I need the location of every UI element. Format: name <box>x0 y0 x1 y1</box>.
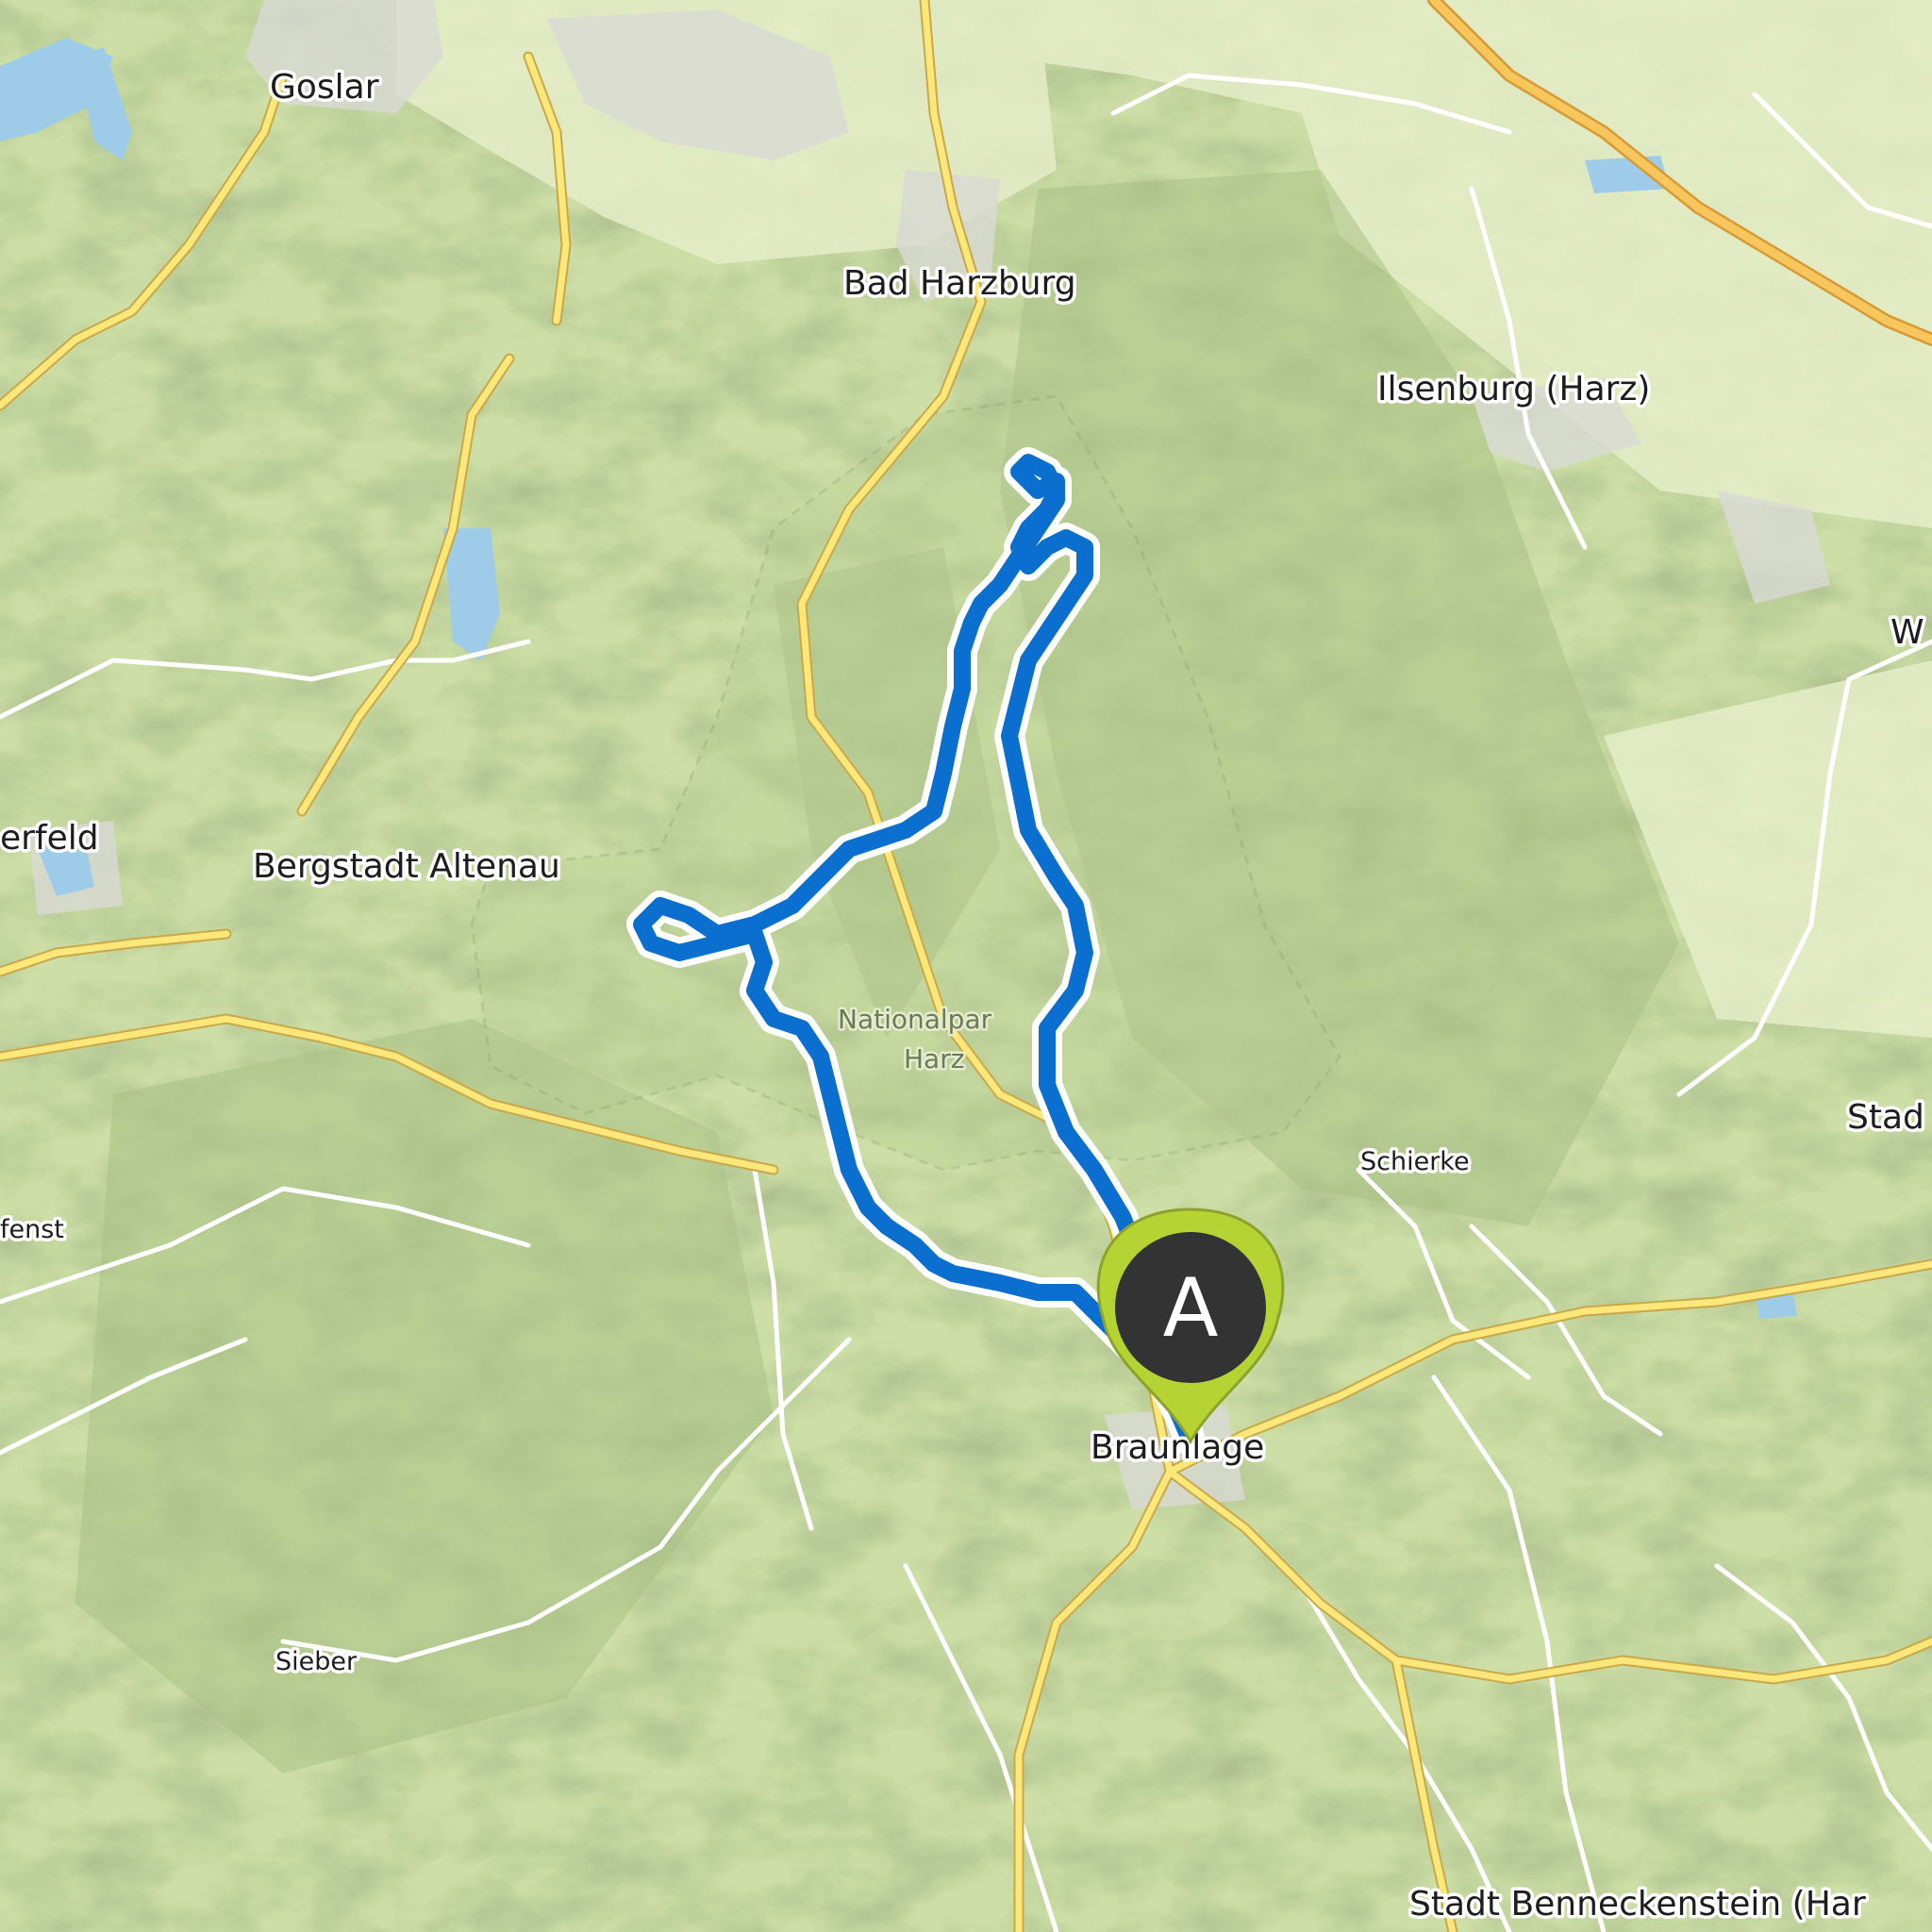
label-ilsenburg: Ilsenburg (Harz) <box>1377 370 1650 408</box>
label-w-partial: W <box>1890 613 1924 652</box>
label-sieber: Sieber <box>275 1647 358 1676</box>
map-canvas: Goslar Bad Harzburg Ilsenburg (Harz) Ber… <box>0 0 1932 1932</box>
label-nationalpark-line1: Nationalpar <box>838 1004 992 1035</box>
map-view[interactable]: Goslar Bad Harzburg Ilsenburg (Harz) Ber… <box>0 0 1932 1932</box>
label-goslar: Goslar <box>270 68 379 107</box>
label-clausthal-partial: erfeld <box>0 819 99 858</box>
label-schierke: Schierke <box>1360 1147 1470 1176</box>
label-bergstadt-altenau: Bergstadt Altenau <box>253 847 560 886</box>
label-left-partial: fenst <box>0 1215 64 1244</box>
label-bad-harzburg: Bad Harzburg <box>843 264 1076 303</box>
label-braunlage: Braunlage <box>1091 1428 1264 1467</box>
label-nationalpark-line2: Harz <box>904 1043 964 1074</box>
label-stadt-partial: Stad <box>1847 1098 1924 1137</box>
marker-letter: A <box>1163 1261 1219 1356</box>
label-benneckenstein: Stadt Benneckenstein (Har <box>1409 1885 1866 1924</box>
